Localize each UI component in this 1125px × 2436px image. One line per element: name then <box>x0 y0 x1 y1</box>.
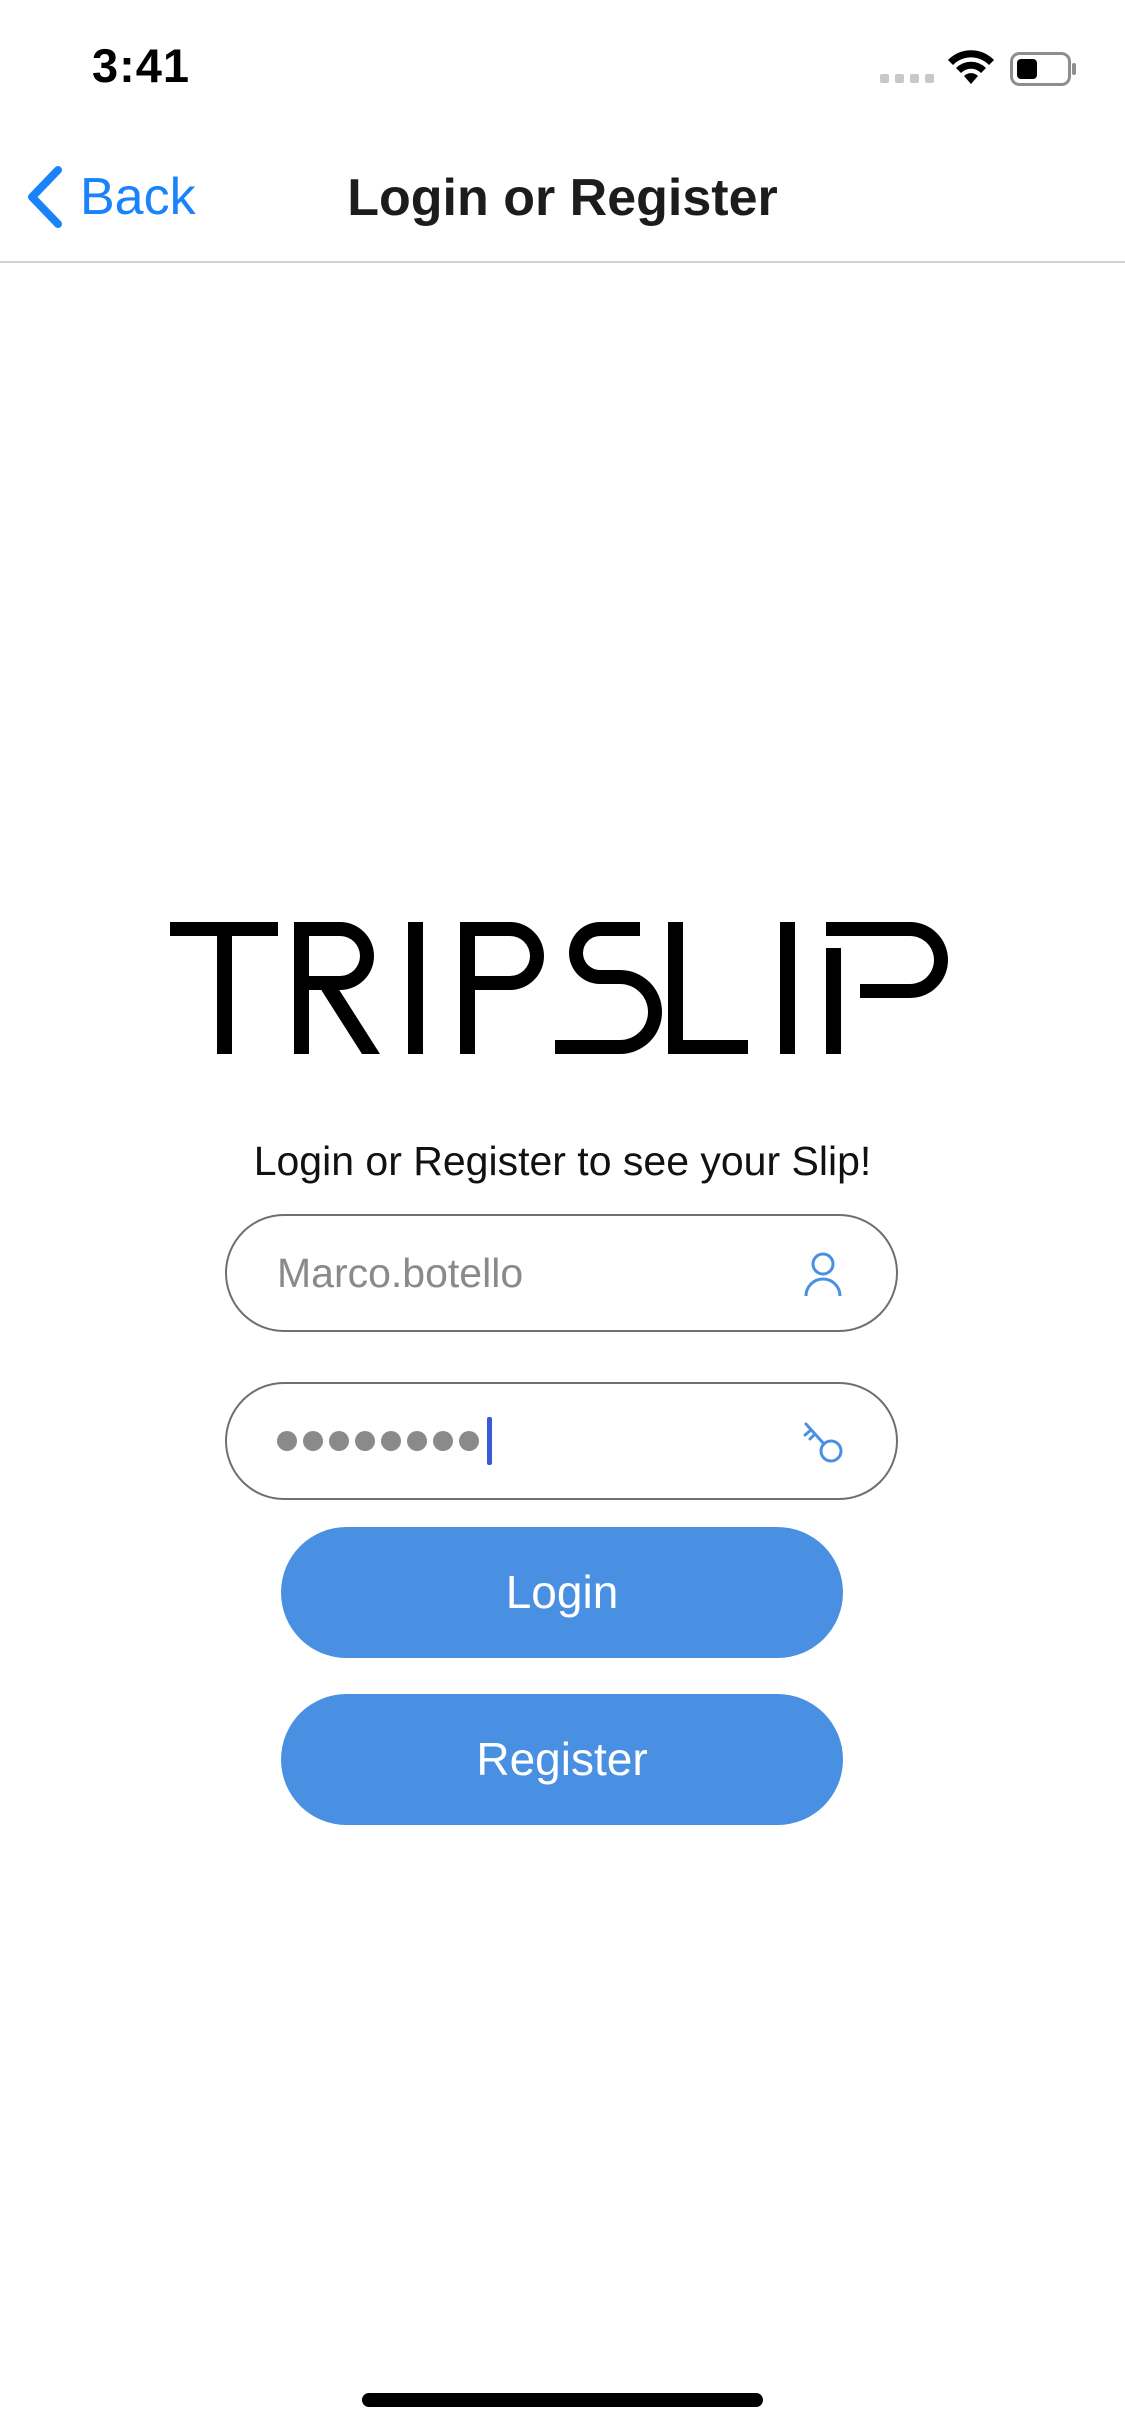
page-title: Login or Register <box>347 169 778 227</box>
home-indicator[interactable] <box>362 2393 763 2407</box>
username-field[interactable]: Marco.botello <box>225 1214 898 1332</box>
login-prompt: Login or Register to see your Slip! <box>253 1138 872 1184</box>
status-bar: 3:41 <box>0 0 1125 132</box>
login-button[interactable]: Login <box>281 1527 843 1658</box>
battery-icon <box>1010 52 1076 86</box>
username-value: Marco.botello <box>277 1250 524 1296</box>
cellular-signal-icon <box>880 74 934 83</box>
password-field[interactable] <box>225 1382 898 1500</box>
wifi-icon <box>948 50 994 84</box>
person-icon <box>804 1252 842 1297</box>
text-caret <box>487 1417 492 1465</box>
status-time: 3:41 <box>92 39 191 92</box>
key-icon <box>803 1422 843 1463</box>
navigation-bar: Back Login or Register <box>0 132 1125 263</box>
register-button[interactable]: Register <box>281 1694 843 1825</box>
tripslip-logo <box>170 922 948 1054</box>
password-masked-value <box>277 1417 492 1465</box>
